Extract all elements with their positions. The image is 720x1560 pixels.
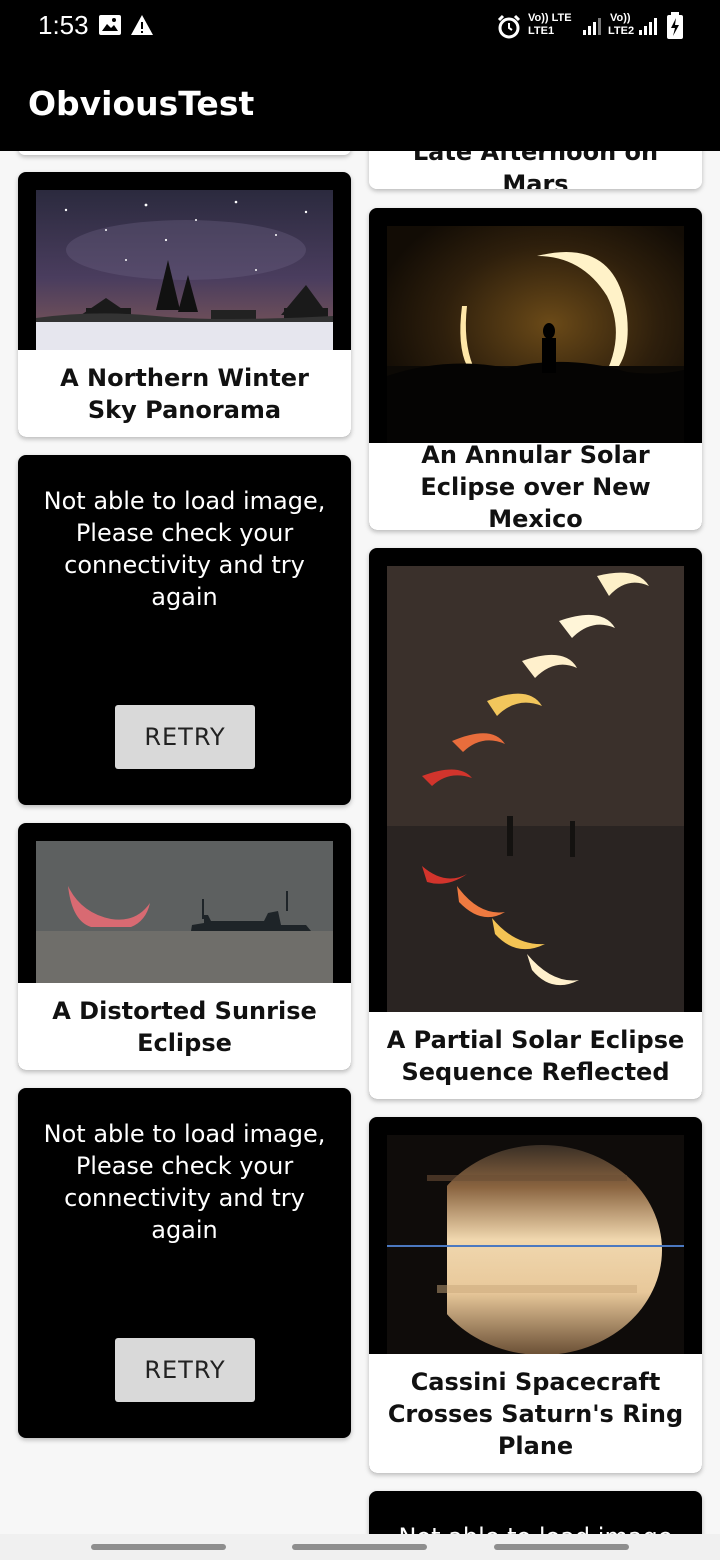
error-message: Not able to load image, Please check you…	[43, 1120, 326, 1244]
retry-button[interactable]: RETRY	[115, 1338, 255, 1402]
card-title: A Distorted Sunrise Eclipse	[52, 996, 317, 1057]
card-title: Late Afternoon on Mars	[412, 151, 659, 189]
sim1-network-label: Vo)) LTE	[528, 12, 572, 24]
app-title: ObviousTest	[28, 84, 255, 123]
signal-icon-sim2	[639, 18, 657, 35]
error-card: Not able to load image, Please check you…	[18, 455, 351, 805]
card-title-area: A Northern Winter Sky Panorama	[18, 350, 351, 437]
feed-card[interactable]: A Partial Solar Eclipse Sequence Reflect…	[369, 548, 702, 1099]
sim1-network-sub: LTE1	[528, 25, 555, 37]
retry-button[interactable]: RETRY	[115, 705, 255, 769]
signal-icon-sim1	[583, 18, 601, 35]
feed-card[interactable]: A Distorted Sunrise Eclipse	[18, 823, 351, 1070]
card-title: A Northern Winter Sky Panorama	[60, 363, 309, 424]
card-title: An Annular Solar Eclipse over New Mexico	[420, 440, 651, 531]
sim2-network-label: Vo))	[610, 12, 631, 24]
card-image	[387, 226, 684, 443]
error-message: Not able to load image	[379, 1521, 692, 1534]
feed-card[interactable]: Cassini Spacecraft Crosses Saturn's Ring…	[369, 1117, 702, 1473]
nav-handle-center[interactable]	[292, 1544, 427, 1550]
card-image	[387, 566, 684, 1012]
card-image	[36, 190, 333, 350]
error-card-partial: Not able to load image	[369, 1491, 702, 1534]
feed-card[interactable]: A Northern Winter Sky Panorama	[18, 172, 351, 437]
card-title-area: A Partial Solar Eclipse Sequence Reflect…	[369, 1012, 702, 1099]
card-title-area: Cassini Spacecraft Crosses Saturn's Ring…	[369, 1354, 702, 1473]
app-bar: ObviousTest	[0, 52, 720, 151]
card-title-area: A Distorted Sunrise Eclipse	[18, 983, 351, 1070]
card-image	[36, 841, 333, 983]
error-card: Not able to load image, Please check you…	[18, 1088, 351, 1438]
feed-card[interactable]: Late Afternoon on Mars	[369, 151, 702, 189]
nav-handle-right[interactable]	[494, 1544, 629, 1550]
battery-charging-icon	[667, 12, 683, 39]
alarm-icon	[497, 14, 521, 39]
image-feed[interactable]: A Northern Winter Sky Panorama Not able …	[0, 151, 720, 1534]
error-message: Not able to load image, Please check you…	[43, 487, 326, 611]
status-bar: 1:53 Vo)) LTE LTE1 Vo)) LTE2	[0, 0, 720, 52]
status-time: 1:53	[38, 10, 89, 40]
card-title-area: An Annular Solar Eclipse over New Mexico	[369, 441, 702, 530]
sim2-network-sub: LTE2	[608, 25, 635, 37]
navigation-bar	[0, 1534, 720, 1560]
feed-card[interactable]: An Annular Solar Eclipse over New Mexico	[369, 208, 702, 530]
card-title: A Partial Solar Eclipse Sequence Reflect…	[386, 1025, 685, 1086]
warning-icon	[131, 15, 153, 35]
card-image	[387, 1135, 684, 1354]
card-title: Cassini Spacecraft Crosses Saturn's Ring…	[387, 1367, 684, 1460]
gallery-icon	[99, 15, 121, 35]
feed-card-partial[interactable]	[18, 151, 351, 155]
card-title-area: Late Afternoon on Mars	[369, 151, 702, 189]
nav-handle-left[interactable]	[91, 1544, 226, 1550]
